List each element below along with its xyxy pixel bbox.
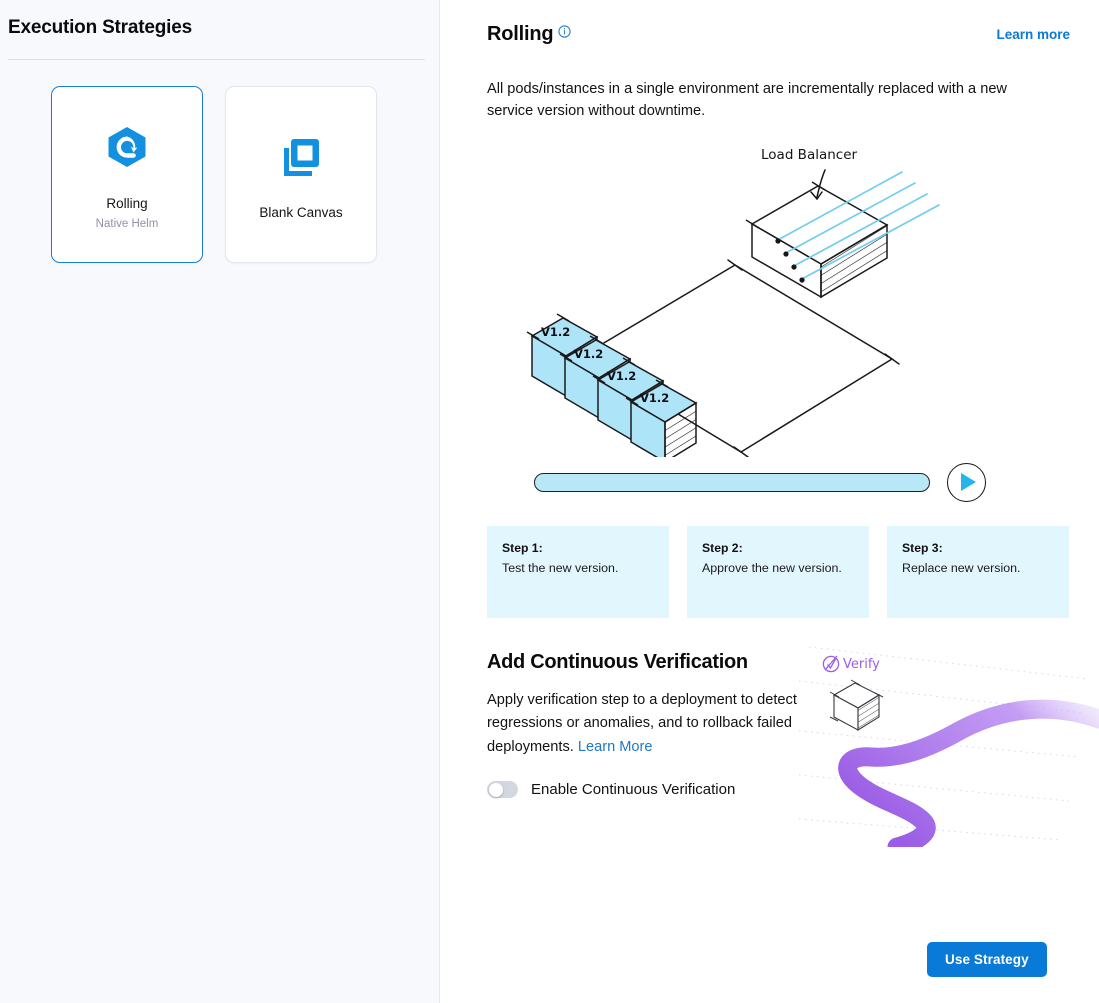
blank-canvas-squares-icon bbox=[281, 127, 321, 185]
step-card: Step 3: Replace new version. bbox=[887, 525, 1069, 618]
step-text: Replace new version. bbox=[902, 560, 1021, 575]
load-balancer-label: Load Balancer bbox=[761, 147, 858, 163]
strategy-description: All pods/instances in a single environme… bbox=[487, 80, 1007, 119]
strategy-card-name: Blank Canvas bbox=[259, 205, 343, 221]
step-text: Test the new version. bbox=[502, 560, 619, 575]
toggle-label: Enable Continuous Verification bbox=[531, 781, 736, 799]
continuous-verification-title: Add Continuous Verification bbox=[487, 650, 748, 673]
strategy-card-rolling[interactable]: Rolling Native Helm bbox=[51, 86, 203, 263]
enable-continuous-verification-toggle[interactable] bbox=[487, 781, 518, 799]
step-label: Step 2: bbox=[702, 540, 743, 555]
info-circle-icon[interactable] bbox=[558, 25, 572, 38]
rolling-hexagon-icon bbox=[107, 118, 147, 176]
strategy-steps-list: Step 1: Test the new version. Step 2: Ap… bbox=[440, 502, 1099, 618]
svg-text:V1.2: V1.2 bbox=[574, 347, 603, 361]
strategy-card-list: Rolling Native Helm Blank Canvas bbox=[0, 60, 439, 263]
svg-text:V1.2: V1.2 bbox=[607, 369, 636, 383]
execution-strategies-sidebar: Execution Strategies Rolling Native Helm bbox=[0, 0, 440, 1003]
strategy-card-name: Rolling bbox=[106, 195, 148, 211]
animation-progress-bar[interactable] bbox=[534, 472, 930, 492]
continuous-verification-body: Add Continuous Verification Apply verifi… bbox=[440, 651, 1099, 799]
strategy-card-blank-canvas[interactable]: Blank Canvas bbox=[225, 86, 377, 263]
animation-player bbox=[440, 457, 1099, 502]
step-text: Approve the new version. bbox=[702, 560, 842, 575]
strategy-picker-screen: Execution Strategies Rolling Native Helm bbox=[0, 0, 1099, 1003]
step-label: Step 3: bbox=[902, 540, 943, 555]
step-label: Step 1: bbox=[502, 540, 543, 555]
step-card: Step 2: Approve the new version. bbox=[687, 525, 869, 618]
detail-title-group: Rolling bbox=[487, 23, 572, 45]
continuous-verification-toggle-row: Enable Continuous Verification bbox=[487, 781, 1099, 799]
page-title: Execution Strategies bbox=[8, 17, 192, 38]
play-button[interactable] bbox=[947, 462, 986, 502]
cv-learn-more-link[interactable]: Learn More bbox=[578, 739, 653, 755]
continuous-verification-section: Verify Add Continuous Verification Apply… bbox=[440, 646, 1099, 871]
learn-more-link[interactable]: Learn more bbox=[996, 27, 1070, 42]
step-card: Step 1: Test the new version. bbox=[487, 525, 669, 618]
use-strategy-button[interactable]: Use Strategy bbox=[927, 942, 1047, 977]
svg-text:V1.2: V1.2 bbox=[640, 391, 669, 405]
svg-text:V1.2: V1.2 bbox=[541, 325, 570, 339]
rolling-deployment-illustration: Load Balancer V1.2 V1.2 V1.2 V1.2 bbox=[487, 137, 1099, 457]
play-triangle-icon bbox=[961, 473, 976, 492]
strategy-card-subtitle: Native Helm bbox=[95, 217, 159, 230]
detail-title: Rolling bbox=[487, 23, 554, 45]
toggle-knob bbox=[488, 782, 503, 797]
continuous-verification-description: Apply verification step to a deployment … bbox=[487, 689, 817, 760]
detail-header: Rolling Learn more bbox=[440, 0, 1099, 44]
strategy-detail-panel: Rolling Learn more All pods/instances in… bbox=[440, 0, 1099, 1003]
